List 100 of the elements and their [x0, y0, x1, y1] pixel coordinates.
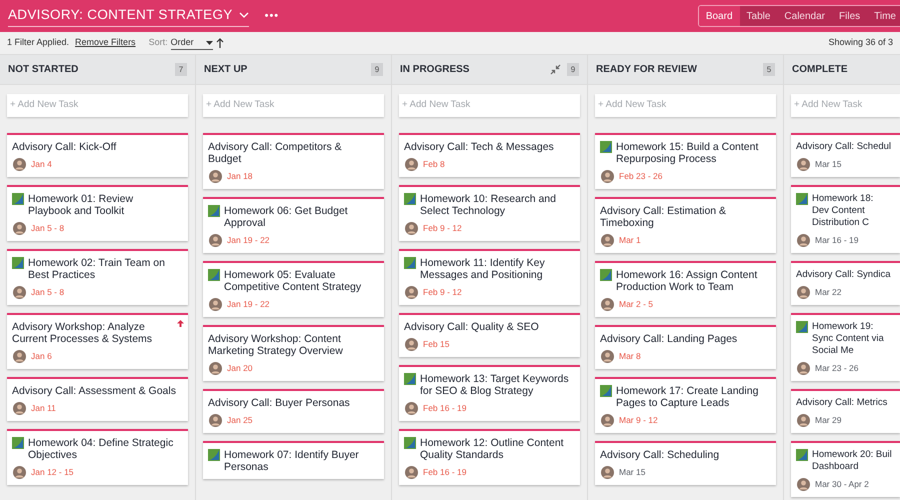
sort-ascending-icon[interactable] — [216, 38, 224, 48]
caret-icon — [206, 40, 213, 44]
task-title: Homework 19: Sync Content via Social Me — [812, 321, 885, 357]
task-card[interactable]: Homework 06: Get Budget Approval Jan 19 - 22 — [203, 197, 384, 253]
due-date: Mar 23 - 26 — [815, 362, 858, 375]
due-date: Feb 23 - 26 — [619, 170, 662, 183]
task-title: Homework 16: Assign Content Production Work to Team — [616, 269, 758, 293]
task-title: Advisory Call: Estimation & Timeboxing — [600, 205, 728, 229]
task-title: Homework 10: Research and Select Technology — [420, 193, 557, 217]
task-count: 9 — [567, 63, 579, 76]
task-card[interactable]: Advisory Call: Scheduling Mar 15 — [595, 441, 776, 485]
task-title: Homework 06: Get Budget Approval — [224, 205, 349, 229]
task-count: 7 — [175, 63, 187, 76]
avatar-icon — [209, 234, 222, 247]
task-card[interactable]: Homework 13: Target Keywords for SEO & Blog Strategy Feb 16 - 19 — [399, 365, 580, 421]
task-card[interactable]: Advisory Call: Estimation & Timeboxing Mar 1 — [595, 197, 776, 253]
task-title: Advisory Call: Metrics — [796, 397, 888, 409]
task-card[interactable]: Advisory Workshop: Content Marketing Strategy Overview Jan 20 — [203, 325, 384, 381]
task-title: Homework 07: Identify Buyer Personas — [224, 449, 360, 473]
showing-count: Showing 36 of 3 — [828, 36, 893, 50]
avatar-icon — [601, 414, 614, 427]
filter-status: 1 Filter Applied. — [7, 36, 70, 50]
task-card[interactable]: Homework 12: Outline Content Quality Standards Feb 16 - 19 — [399, 429, 580, 485]
due-date: Mar 30 - Apr 2 — [815, 478, 869, 491]
task-card[interactable]: Homework 19: Sync Content via Social Me Mar 23 - 26 — [791, 313, 900, 381]
task-card[interactable]: Advisory Call: Quality & SEO Feb 15 — [399, 313, 580, 357]
task-card[interactable]: Homework 01: Review Playbook and Toolkit Jan 5 - 8 — [7, 185, 188, 241]
task-title: Advisory Call: Scheduling — [600, 449, 720, 461]
task-title: Homework 04: Define Strategic Objectives — [28, 437, 174, 461]
task-card[interactable]: Advisory Call: Buyer Personas Jan 25 — [203, 389, 384, 433]
task-title: Homework 11: Identify Key Messages and Positioning — [420, 257, 546, 281]
column-title: READY FOR REVIEW — [596, 63, 697, 77]
avatar-icon — [209, 298, 222, 311]
project-title-dropdown[interactable]: ADVISORY: CONTENT STRATEGY — [8, 4, 249, 28]
due-date: Jan 19 - 22 — [227, 298, 270, 311]
task-card[interactable]: Advisory Call: Schedul Mar 15 — [791, 133, 900, 177]
due-date: Feb 8 — [423, 158, 445, 171]
document-icon — [404, 437, 416, 449]
task-title: Homework 17: Create Landing Pages to Capture Leads — [616, 385, 760, 409]
avatar-icon — [405, 222, 418, 235]
task-card[interactable]: Homework 15: Build a Content Repurposing Process Feb 23 - 26 — [595, 133, 776, 189]
task-title: Homework 13: Target Keywords for SEO & Blog Strategy — [420, 373, 569, 397]
task-title: Advisory Call: Buyer Personas — [208, 397, 350, 409]
task-title: Advisory Call: Landing Pages — [600, 333, 738, 345]
due-date: Jan 18 — [227, 170, 253, 183]
due-date: Mar 15 — [619, 466, 646, 479]
document-icon — [796, 193, 808, 205]
avatar-icon — [405, 286, 418, 299]
task-title: Advisory Call: Kick-Off — [12, 141, 116, 153]
avatar-icon — [797, 234, 810, 247]
view-tab[interactable]: Time — [867, 6, 900, 26]
document-icon — [796, 321, 808, 333]
task-card[interactable]: Homework 11: Identify Key Messages and Positioning Feb 9 - 12 — [399, 249, 580, 305]
view-tab[interactable]: Files — [832, 6, 868, 26]
task-card[interactable]: Homework 16: Assign Content Production Work to Team Mar 2 - 5 — [595, 261, 776, 317]
avatar-icon — [797, 158, 810, 171]
task-card[interactable]: Advisory Call: Landing Pages Mar 8 — [595, 325, 776, 369]
task-title: Homework 18: Dev Content Distribution C — [812, 193, 874, 229]
more-menu[interactable]: ••• — [264, 8, 280, 24]
task-card[interactable]: Advisory Call: Kick-Off Jan 4 — [7, 133, 188, 177]
task-card[interactable]: Advisory Workshop: Analyze Current Processes & Systems Jan 6 — [7, 313, 188, 369]
avatar-icon — [405, 402, 418, 415]
sort-dropdown[interactable]: Order — [170, 36, 213, 50]
due-date: Mar 15 — [815, 158, 842, 171]
avatar-icon — [13, 158, 26, 171]
task-card[interactable]: Homework 17: Create Landing Pages to Capture Leads Mar 9 - 12 — [595, 377, 776, 433]
document-icon — [600, 385, 612, 397]
due-date: Jan 5 - 8 — [31, 222, 64, 235]
collapse-arrows-icon[interactable] — [550, 64, 561, 75]
task-card[interactable]: Advisory Call: Assessment & Goals Jan 11 — [7, 377, 188, 421]
task-card[interactable]: Advisory Call: Tech & Messages Feb 8 — [399, 133, 580, 177]
task-card[interactable]: Homework 20: Buil Dashboard Mar 30 - Apr 2 — [791, 441, 900, 497]
task-card[interactable]: Advisory Call: Competitors & Budget Jan 18 — [203, 133, 384, 189]
task-title: Advisory Workshop: Analyze Current Processes & Systems — [12, 321, 154, 345]
task-count: 5 — [763, 63, 775, 76]
column-title: NOT STARTED — [8, 63, 78, 77]
due-date: Jan 12 - 15 — [31, 466, 74, 479]
document-icon — [404, 373, 416, 385]
due-date: Mar 16 - 19 — [815, 234, 858, 247]
document-icon — [208, 269, 220, 281]
view-tab[interactable]: Table — [740, 6, 778, 26]
due-date: Jan 11 — [31, 402, 56, 415]
view-tab[interactable]: Calendar — [777, 6, 832, 26]
task-title: Advisory Call: Quality & SEO — [404, 321, 539, 333]
task-card[interactable]: Homework 04: Define Strategic Objectives Jan 12 - 15 — [7, 429, 188, 485]
avatar-icon — [13, 466, 26, 479]
view-tab[interactable]: Board — [698, 6, 740, 26]
task-card[interactable]: Advisory Call: Syndica Mar 22 — [791, 261, 900, 305]
task-card[interactable]: Homework 02: Train Team on Best Practices Jan 5 - 8 — [7, 249, 188, 305]
avatar-icon — [405, 338, 418, 351]
task-card[interactable]: Homework 05: Evaluate Competitive Content Strategy Jan 19 - 22 — [203, 261, 384, 317]
task-card[interactable]: Homework 10: Research and Select Technology Feb 9 - 12 — [399, 185, 580, 241]
task-card[interactable]: Homework 18: Dev Content Distribution C Mar 16 - 19 — [791, 185, 900, 253]
avatar-icon — [13, 222, 26, 235]
task-card[interactable]: Homework 07: Identify Buyer Personas — [203, 441, 384, 479]
due-date: Feb 15 — [423, 338, 450, 351]
task-card[interactable]: Advisory Call: Metrics Mar 29 — [791, 389, 900, 433]
remove-filters-link[interactable]: Remove Filters — [75, 36, 136, 50]
sort-label: Sort: — [148, 36, 168, 50]
avatar-icon — [209, 414, 222, 427]
